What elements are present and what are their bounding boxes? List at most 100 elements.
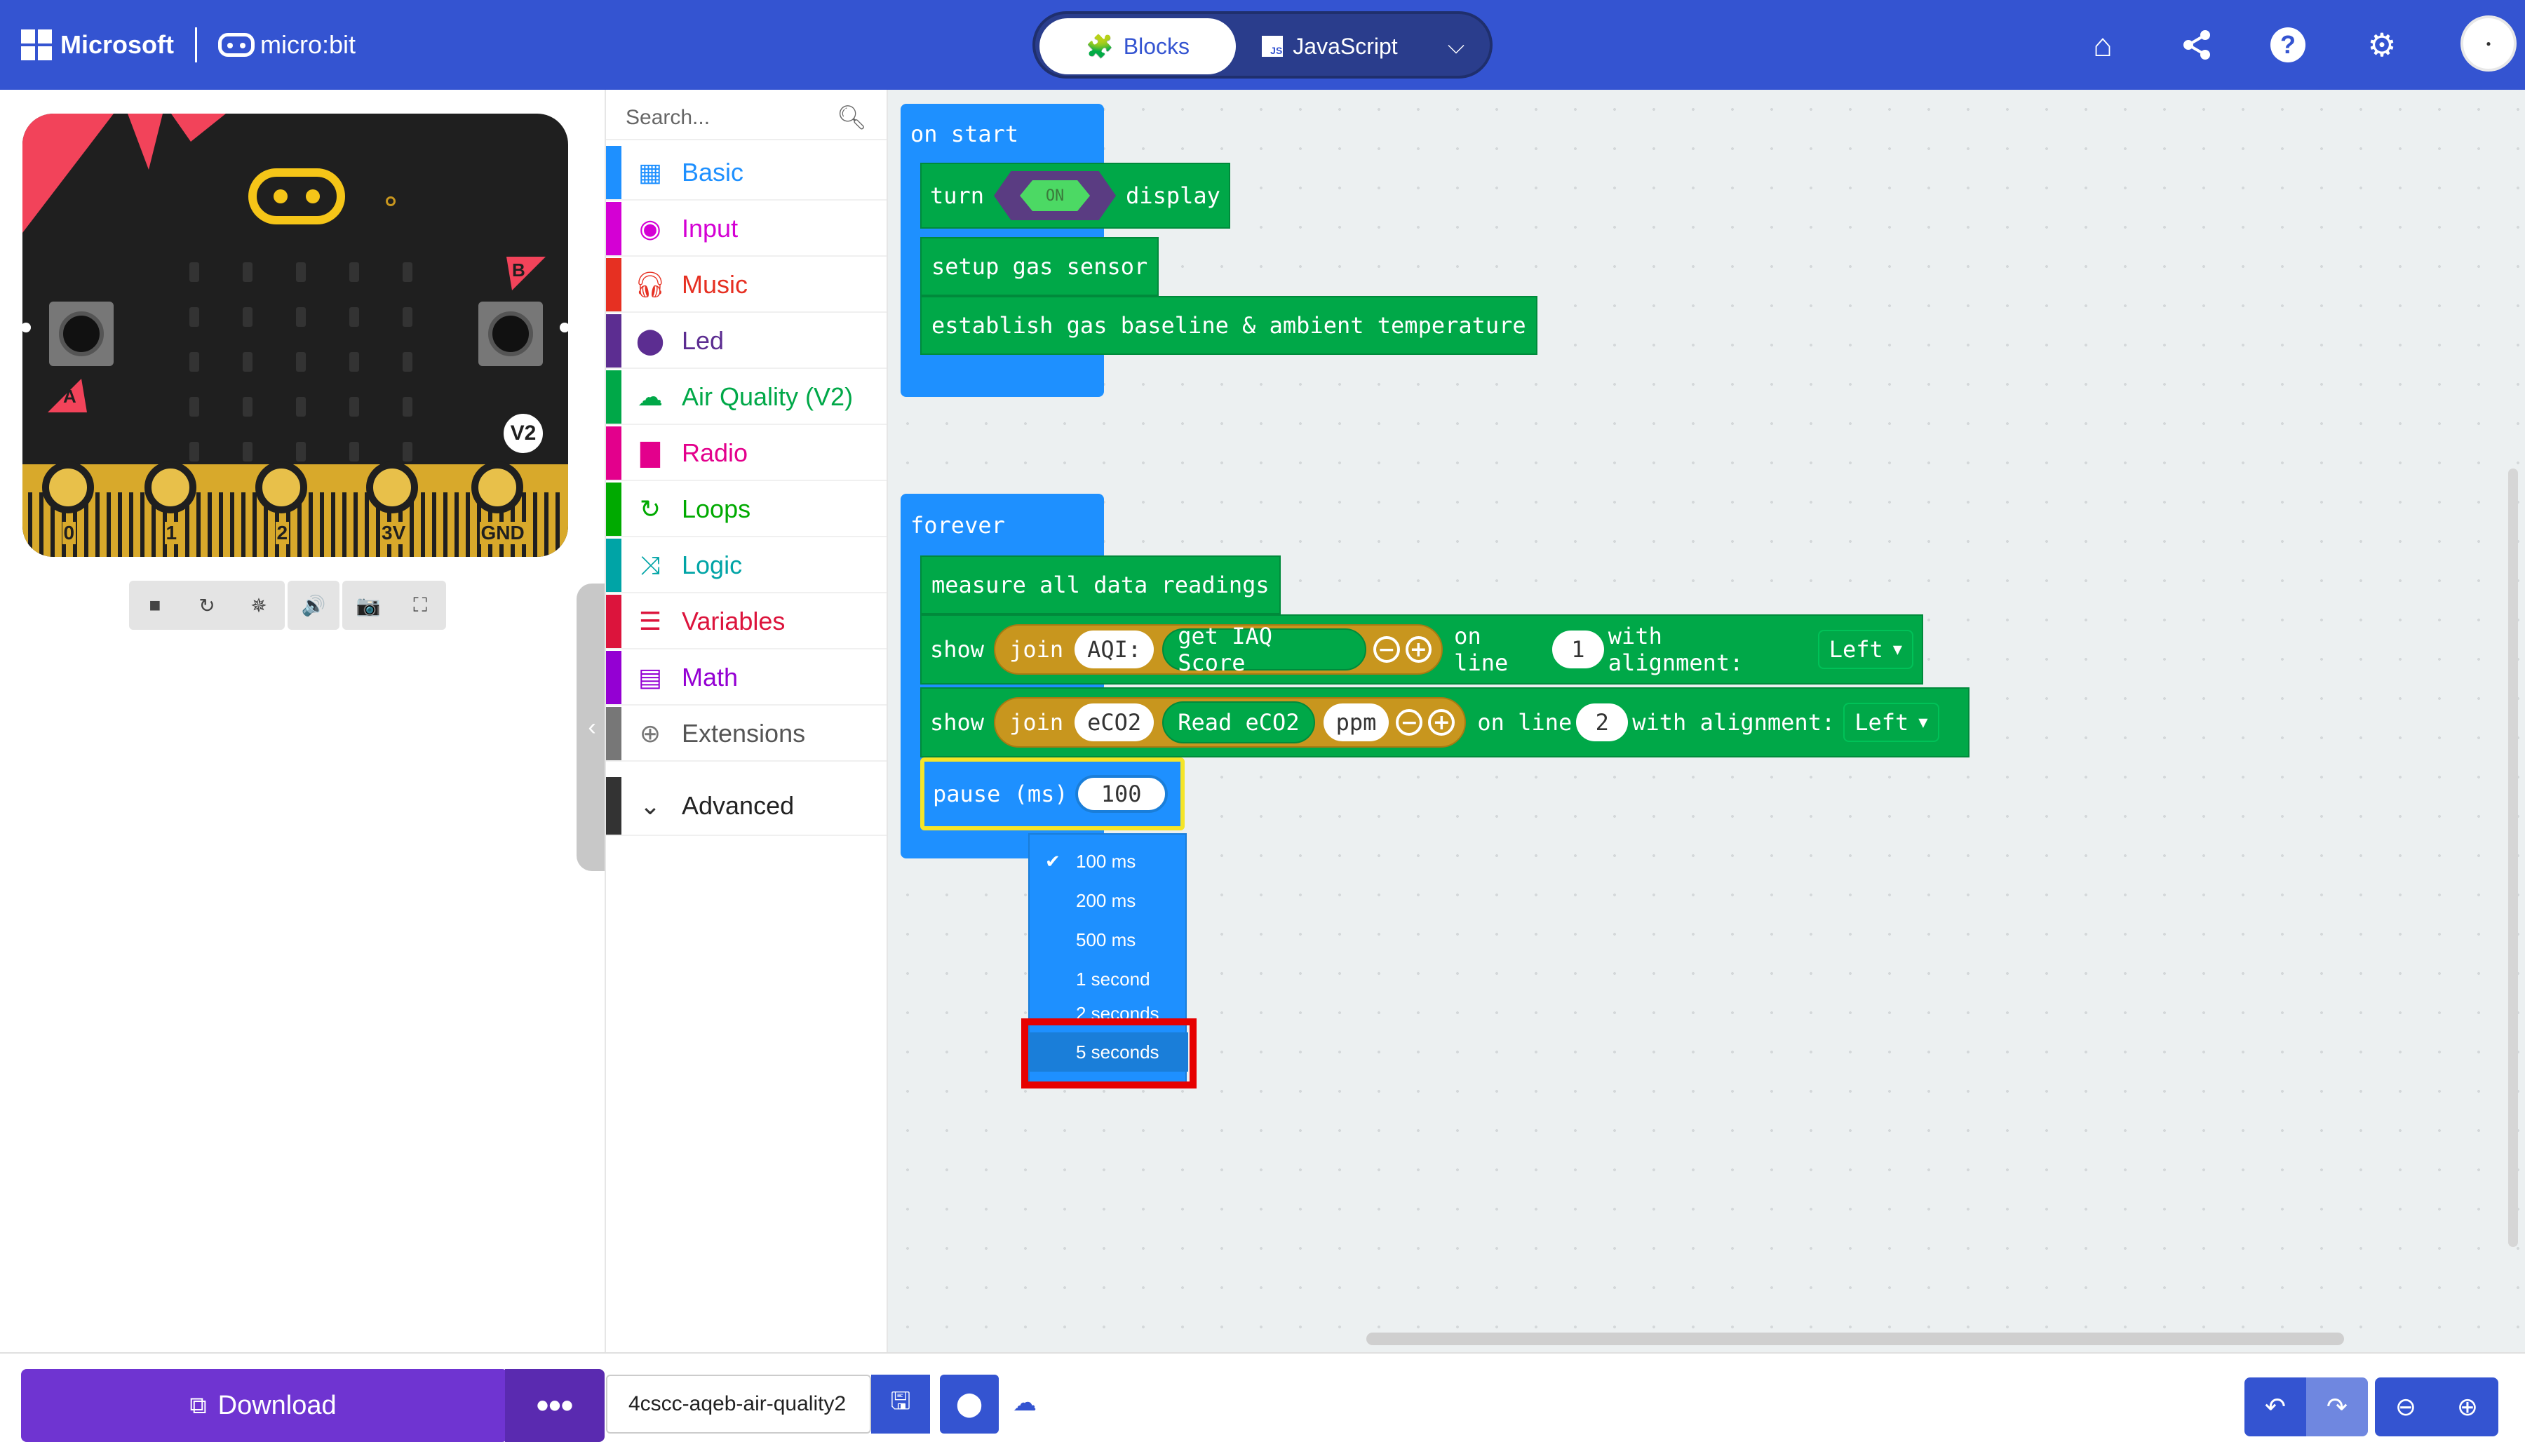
alignment-dropdown[interactable]: Left ▼: [1817, 630, 1913, 669]
plus-icon[interactable]: +: [1405, 636, 1432, 663]
check-icon: ✔: [1045, 850, 1060, 872]
pin-0[interactable]: [42, 461, 94, 513]
download-button[interactable]: ⧉ Download •••: [21, 1369, 605, 1442]
on-toggle[interactable]: ON: [994, 171, 1117, 220]
menu-item-1-second[interactable]: 1 second: [1030, 959, 1188, 999]
settings-icon[interactable]: ⚙: [2361, 24, 2403, 66]
show-line1-block[interactable]: show join AQI: get IAQ Score − + on line…: [920, 614, 1923, 685]
microbit-board[interactable]: A B V2 0 1 2 3V GND: [22, 114, 568, 557]
category-logic[interactable]: ⤨ Logic: [606, 539, 887, 593]
category-led[interactable]: ⬤ Led: [606, 314, 887, 369]
category-advanced[interactable]: ⌄ Advanced: [606, 777, 887, 836]
vertical-scrollbar[interactable]: [2508, 469, 2518, 1247]
pin-2[interactable]: [255, 461, 307, 513]
help-icon[interactable]: ?: [2267, 24, 2309, 66]
show-line2-block[interactable]: show join eCO2 Read eCO2 ppm − + on line…: [920, 687, 1969, 757]
pin-label: GND: [479, 522, 526, 544]
pause-value-input[interactable]: 100: [1075, 775, 1168, 813]
more-options-button[interactable]: •••: [505, 1369, 605, 1442]
undo-icon[interactable]: ↶: [2244, 1377, 2306, 1436]
tab-javascript[interactable]: JS JavaScript: [1246, 18, 1414, 74]
pause-block[interactable]: pause (ms) 100: [920, 757, 1185, 830]
menu-item-500ms[interactable]: 500 ms: [1030, 920, 1188, 959]
pin-3v[interactable]: [366, 461, 418, 513]
measure-block[interactable]: measure all data readings: [920, 555, 1281, 614]
signal-icon: ▇: [640, 438, 660, 467]
category-math[interactable]: ▤ Math: [606, 651, 887, 706]
join-block[interactable]: join AQI: get IAQ Score − +: [994, 623, 1443, 676]
alignment-dropdown[interactable]: Left ▼: [1843, 703, 1939, 742]
line-number-input[interactable]: 1: [1552, 631, 1604, 668]
category-loops[interactable]: ↻ Loops: [606, 483, 887, 537]
category-label: Advanced: [682, 791, 795, 820]
category-variables[interactable]: ☰ Variables: [606, 595, 887, 649]
brand-logos[interactable]: Microsoft micro:bit: [21, 25, 356, 65]
pin-gnd[interactable]: [471, 461, 523, 513]
join-block[interactable]: join eCO2 Read eCO2 ppm − +: [994, 697, 1467, 748]
top-bar: Microsoft micro:bit 🧩 Blocks JS JavaScri…: [0, 0, 2525, 90]
toolbox-search[interactable]: Search... 🔍︎: [606, 97, 887, 140]
chevron-down-icon[interactable]: ⌵: [1428, 18, 1484, 74]
screenshot-icon[interactable]: 📷: [342, 581, 394, 630]
category-basic[interactable]: ▦ Basic: [606, 146, 887, 201]
category-label: Math: [682, 663, 739, 692]
restart-icon[interactable]: ↻: [181, 581, 233, 630]
text-aqi[interactable]: AQI:: [1075, 631, 1154, 668]
fullscreen-icon[interactable]: ⛶: [394, 581, 446, 630]
debug-icon[interactable]: ✵: [233, 581, 285, 630]
home-icon[interactable]: ⌂: [2082, 24, 2124, 66]
horizontal-scrollbar[interactable]: [1366, 1333, 2344, 1345]
menu-item-2-seconds[interactable]: 2 seconds: [1030, 999, 1188, 1020]
microsoft-label: Microsoft: [60, 30, 174, 59]
github-icon[interactable]: ⬤: [940, 1375, 999, 1434]
toolbox: Search... 🔍︎ ▦ Basic ◉ Input 🎧︎ Music ⬤ Led …: [605, 90, 888, 1352]
category-label: Input: [682, 214, 739, 243]
category-radio[interactable]: ▇ Radio: [606, 426, 887, 481]
category-input[interactable]: ◉ Input: [606, 202, 887, 257]
collapse-simulator-button[interactable]: ‹: [577, 584, 607, 871]
project-name-input[interactable]: 4cscc-aqeb-air-quality2: [606, 1375, 871, 1434]
category-extensions[interactable]: ⊕ Extensions: [606, 707, 887, 762]
on-start-label: on start: [910, 121, 1019, 147]
establish-baseline-block[interactable]: establish gas baseline & ambient tempera…: [920, 296, 1537, 355]
save-icon[interactable]: 🖫: [871, 1375, 930, 1434]
zoom-out-icon[interactable]: ⊖: [2375, 1377, 2437, 1436]
line-number-input[interactable]: 2: [1576, 703, 1629, 741]
get-iaq-score-block[interactable]: get IAQ Score: [1162, 623, 1367, 676]
minus-icon[interactable]: −: [1373, 636, 1400, 663]
category-label: Extensions: [682, 719, 806, 748]
category-label: Radio: [682, 438, 748, 467]
sound-icon[interactable]: 🔊: [288, 581, 339, 630]
zoom-in-icon[interactable]: ⊕: [2437, 1377, 2498, 1436]
redo-icon[interactable]: ↷: [2306, 1377, 2368, 1436]
tab-blocks[interactable]: 🧩 Blocks: [1039, 18, 1236, 74]
avatar[interactable]: ●: [2460, 15, 2517, 72]
plus-circle-icon: ⊕: [639, 719, 661, 748]
menu-item-200ms[interactable]: 200 ms: [1030, 881, 1188, 920]
alignment-value: Left: [1854, 709, 1909, 736]
text-ppm[interactable]: ppm: [1323, 703, 1389, 741]
text-eco2[interactable]: eCO2: [1075, 703, 1154, 741]
setup-gas-sensor-block[interactable]: setup gas sensor: [920, 237, 1159, 296]
menu-item-100ms[interactable]: ✔ 100 ms: [1030, 842, 1188, 881]
read-eco2-block[interactable]: Read eCO2: [1162, 701, 1315, 743]
category-air-quality[interactable]: ☁ Air Quality (V2): [606, 370, 887, 425]
dropdown-arrow-icon: ▼: [1892, 640, 1902, 659]
category-music[interactable]: 🎧︎ Music: [606, 258, 887, 313]
pin-1[interactable]: [144, 461, 196, 513]
pin-label: 1: [164, 522, 179, 544]
minus-icon[interactable]: −: [1396, 709, 1423, 736]
cloud-icon[interactable]: ☁: [1013, 1389, 1037, 1417]
search-input[interactable]: Search...: [626, 106, 710, 130]
stop-icon[interactable]: ■: [129, 581, 181, 630]
calculator-icon: ▤: [638, 663, 662, 692]
join-label: join: [1009, 636, 1064, 663]
on-line-label: on line: [1454, 623, 1509, 676]
blocks-workspace[interactable]: on start turn ON display setup gas senso…: [888, 90, 2525, 1352]
search-icon[interactable]: 🔍︎: [837, 104, 867, 132]
turn-display-block[interactable]: turn ON display: [920, 163, 1230, 229]
share-icon[interactable]: [2176, 24, 2218, 66]
plus-icon[interactable]: +: [1428, 709, 1455, 736]
category-label: Loops: [682, 494, 751, 523]
grid-icon: ▦: [638, 158, 662, 187]
